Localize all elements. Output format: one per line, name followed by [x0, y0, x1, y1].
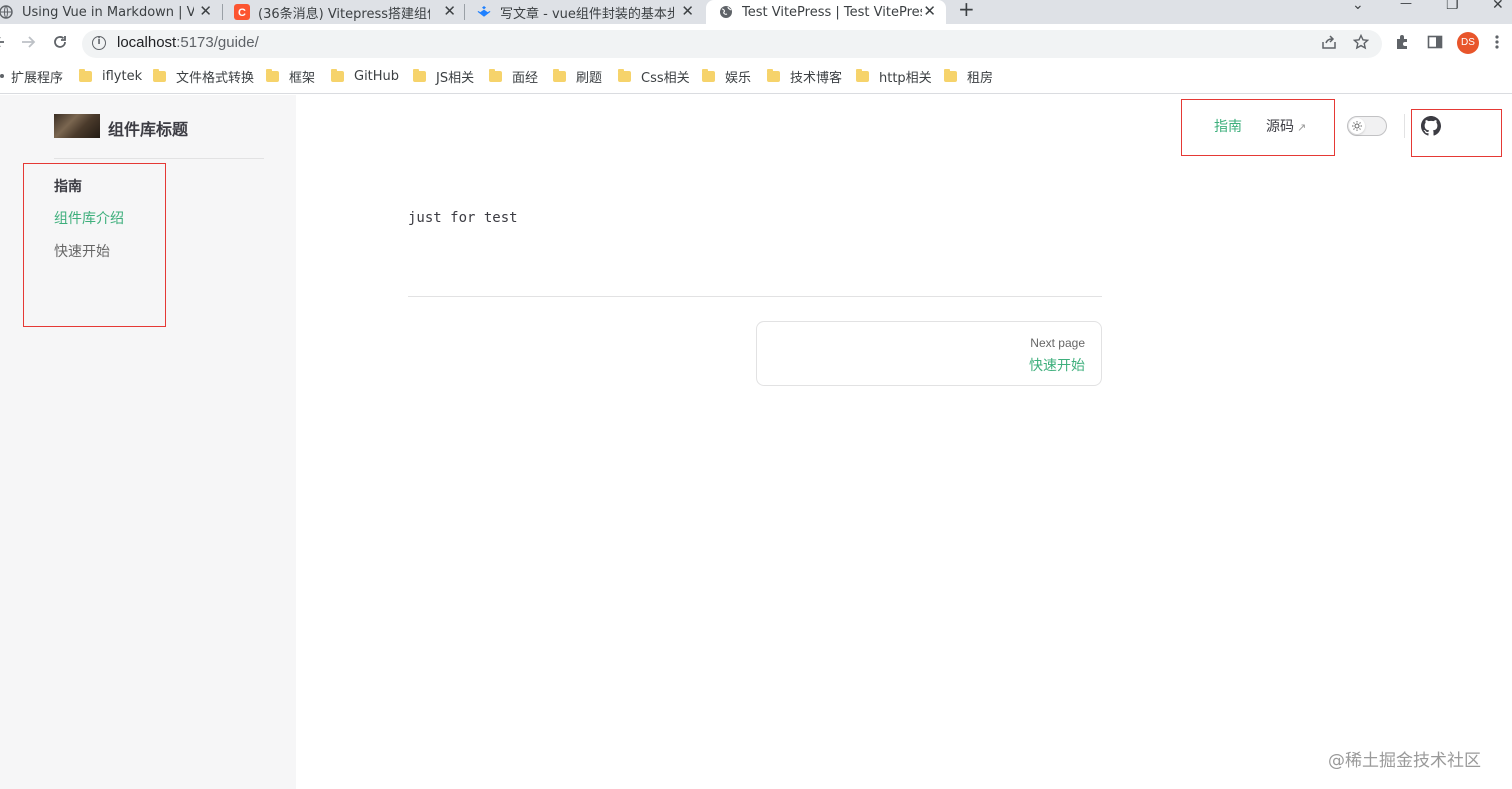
url-text[interactable]: localhost:5173/guide/	[117, 34, 259, 51]
tab-title: Using Vue in Markdown | Vite	[22, 4, 194, 20]
nav-separator	[1404, 114, 1405, 138]
bookmark-folder[interactable]: Css相关	[618, 68, 690, 86]
bookmark-folder[interactable]: iflytek	[79, 68, 142, 84]
side-panel-icon[interactable]	[1427, 34, 1443, 54]
restore-button[interactable]: ❐	[1446, 0, 1459, 13]
close-icon[interactable]: ✕	[443, 2, 456, 20]
content-text: just for test	[408, 210, 518, 226]
annotation-box-github	[1411, 109, 1502, 157]
bookmark-folder[interactable]: JS相关	[413, 68, 474, 86]
bookmark-folder[interactable]: 框架	[266, 68, 315, 86]
close-icon[interactable]: ✕	[923, 2, 936, 20]
address-bar[interactable]	[82, 30, 1382, 58]
folder-icon	[266, 68, 279, 82]
tab-juejin-editor[interactable]: 写文章 - vue组件封装的基本步骤 ✕	[476, 0, 700, 24]
svg-text:C: C	[238, 7, 246, 19]
apps-grid-icon	[0, 74, 4, 78]
folder-icon	[767, 68, 780, 82]
folder-icon	[618, 68, 631, 82]
bookmark-folder[interactable]: 娱乐	[702, 68, 751, 86]
profile-avatar[interactable]: DS	[1457, 32, 1479, 54]
close-window-button[interactable]: ✕	[1492, 0, 1504, 13]
bookmark-folder[interactable]: 文件格式转换	[153, 68, 254, 86]
tab-title: Test VitePress | Test VitePress	[742, 4, 922, 20]
minimize-button[interactable]: —	[1400, 0, 1412, 10]
bookmark-folder[interactable]: http相关	[856, 68, 932, 86]
folder-icon	[331, 68, 344, 82]
folder-icon	[489, 68, 502, 82]
new-tab-button[interactable]: +	[958, 0, 975, 19]
tab-separator	[464, 4, 465, 20]
close-icon[interactable]: ✕	[199, 2, 212, 20]
bookmark-folder[interactable]: 租房	[944, 68, 993, 86]
extensions-icon[interactable]	[1394, 34, 1410, 54]
tab-separator	[222, 4, 223, 20]
pager-label: Next page	[1030, 336, 1085, 350]
folder-icon	[413, 68, 426, 82]
bookmark-star-icon[interactable]	[1352, 33, 1370, 54]
bookmark-folder[interactable]: GitHub	[331, 68, 399, 84]
bookmark-folder[interactable]: 技术博客	[767, 68, 842, 86]
content-divider	[408, 296, 1102, 297]
tab-title: (36条消息) Vitepress搭建组件库	[258, 6, 430, 22]
annotation-box-sidebar	[23, 163, 166, 327]
close-icon[interactable]: ✕	[681, 2, 694, 20]
folder-icon	[944, 68, 957, 82]
site-title[interactable]: 组件库标题	[108, 116, 188, 140]
menu-kebab-icon[interactable]	[1494, 34, 1500, 54]
next-page-link[interactable]: Next page 快速开始	[756, 321, 1102, 386]
globe-icon	[718, 4, 734, 20]
bookmark-folder[interactable]: 面经	[489, 68, 538, 86]
pager-title: 快速开始	[1029, 358, 1085, 374]
folder-icon	[856, 68, 869, 82]
forward-icon[interactable]	[20, 34, 36, 55]
folder-icon	[153, 68, 166, 82]
folder-icon	[553, 68, 566, 82]
globe-icon	[0, 4, 14, 20]
juejin-logo-icon	[476, 4, 492, 20]
watermark: @稀土掘金技术社区	[1328, 751, 1481, 771]
folder-icon	[79, 68, 92, 82]
share-icon[interactable]	[1321, 34, 1337, 54]
tab-search-icon[interactable]: ⌄	[1352, 0, 1364, 13]
sun-icon	[1349, 118, 1365, 134]
sidebar-divider	[54, 158, 264, 159]
tab-csdn[interactable]: C (36条消息) Vitepress搭建组件库 ✕	[234, 0, 462, 24]
folder-icon	[702, 68, 715, 82]
bookmark-folder[interactable]: 刷题	[553, 68, 602, 86]
site-info-icon[interactable]: i	[92, 36, 106, 50]
csdn-logo-icon: C	[234, 4, 250, 20]
back-icon[interactable]	[0, 34, 6, 55]
reload-icon[interactable]	[52, 34, 68, 55]
bookmark-apps[interactable]: 扩展程序	[0, 68, 63, 86]
site-logo[interactable]	[54, 114, 100, 138]
annotation-box-nav	[1181, 99, 1335, 156]
tab-title: 写文章 - vue组件封装的基本步骤	[500, 6, 674, 22]
tab-vite-markdown[interactable]: Using Vue in Markdown | Vite ✕	[0, 0, 218, 24]
tab-test-vitepress[interactable]: Test VitePress | Test VitePress ✕	[706, 0, 946, 24]
